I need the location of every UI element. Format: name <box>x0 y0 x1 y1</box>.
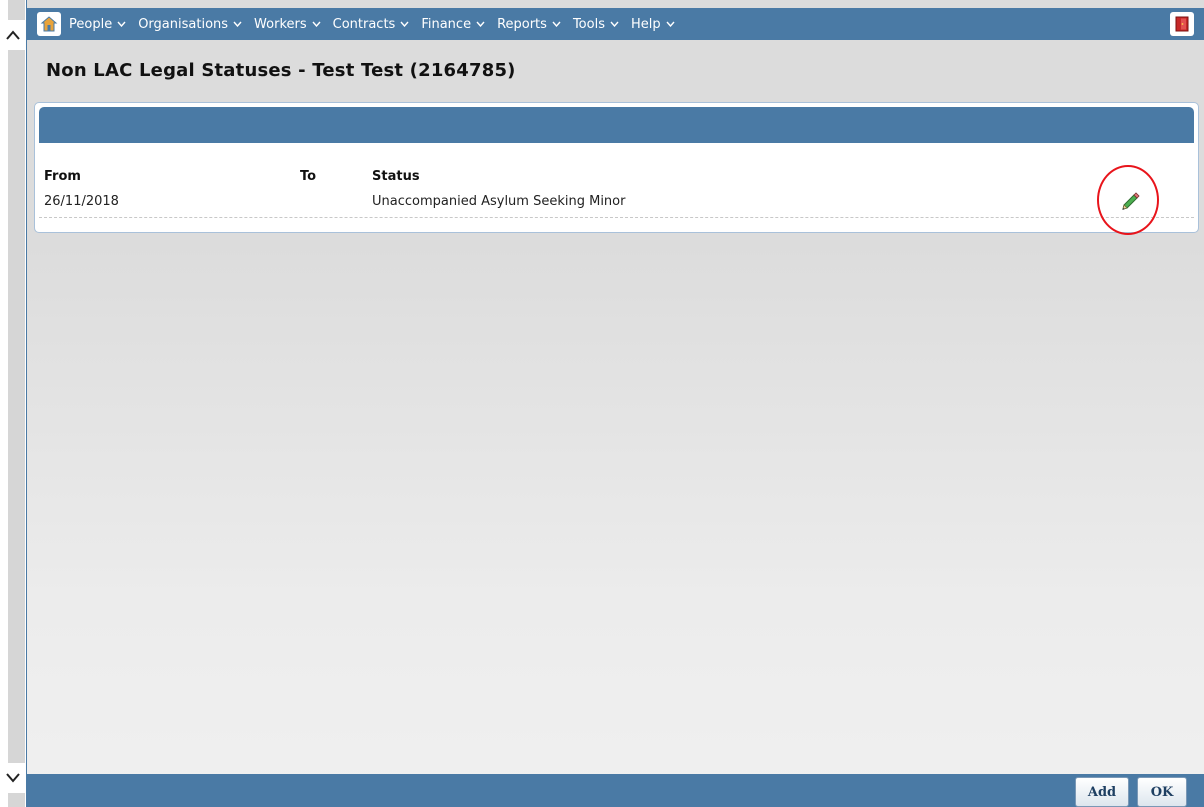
chevron-down-icon <box>6 773 20 783</box>
legal-statuses-panel: From To Status 26/11/2018 Unaccompanied … <box>34 102 1199 235</box>
menu-label: Reports <box>497 16 547 32</box>
bottom-action-bar <box>27 774 1204 807</box>
page-title: Non LAC Legal Statuses - Test Test (2164… <box>46 60 516 81</box>
column-header-to: To <box>300 169 317 184</box>
cell-from: 26/11/2018 <box>44 194 119 209</box>
pencil-edit-icon <box>1122 192 1140 210</box>
top-menu-bar: People Organisations Workers Contracts F… <box>27 8 1204 40</box>
chevron-down-icon <box>312 21 321 27</box>
left-scroll-rail <box>0 0 26 807</box>
menu-label: Finance <box>421 16 472 32</box>
scroll-down-button[interactable] <box>0 763 26 793</box>
column-header-status: Status <box>372 169 420 184</box>
menu-workers[interactable]: Workers <box>254 17 321 32</box>
row-divider <box>39 217 1194 218</box>
menu-contracts[interactable]: Contracts <box>333 17 410 32</box>
scroll-up-button[interactable] <box>0 20 26 50</box>
menu-label: Workers <box>254 16 307 32</box>
chevron-down-icon <box>610 21 619 27</box>
menu-label: Help <box>630 16 661 32</box>
menu-tools[interactable]: Tools <box>573 17 619 32</box>
scroll-track[interactable] <box>8 0 25 807</box>
menu-label: Tools <box>572 16 605 32</box>
exit-button[interactable] <box>1170 12 1194 36</box>
chevron-down-icon <box>552 21 561 27</box>
menu-finance[interactable]: Finance <box>421 17 485 32</box>
chevron-down-icon <box>476 21 485 27</box>
edit-row-button[interactable] <box>1118 190 1142 214</box>
exit-door-icon <box>1175 16 1189 32</box>
ok-button[interactable]: OK <box>1137 777 1187 807</box>
chevron-up-icon <box>6 30 20 40</box>
chevron-down-icon <box>666 21 675 27</box>
column-header-from: From <box>44 169 81 184</box>
chevron-down-icon <box>233 21 242 27</box>
menu-reports[interactable]: Reports <box>497 17 561 32</box>
chevron-down-icon <box>117 21 126 27</box>
menu-label: Organisations <box>138 16 229 32</box>
menu-label: Contracts <box>332 16 396 32</box>
menu-help[interactable]: Help <box>631 17 675 32</box>
main-window: People Organisations Workers Contracts F… <box>26 0 1204 807</box>
panel-header-bar <box>39 107 1194 143</box>
menu-label: People <box>69 16 113 32</box>
home-button[interactable] <box>37 12 61 36</box>
home-icon <box>40 16 58 32</box>
chevron-down-icon <box>400 21 409 27</box>
cell-status: Unaccompanied Asylum Seeking Minor <box>372 194 626 209</box>
menu-people[interactable]: People <box>69 17 126 32</box>
add-button[interactable]: Add <box>1075 777 1129 807</box>
menu-organisations[interactable]: Organisations <box>138 17 242 32</box>
